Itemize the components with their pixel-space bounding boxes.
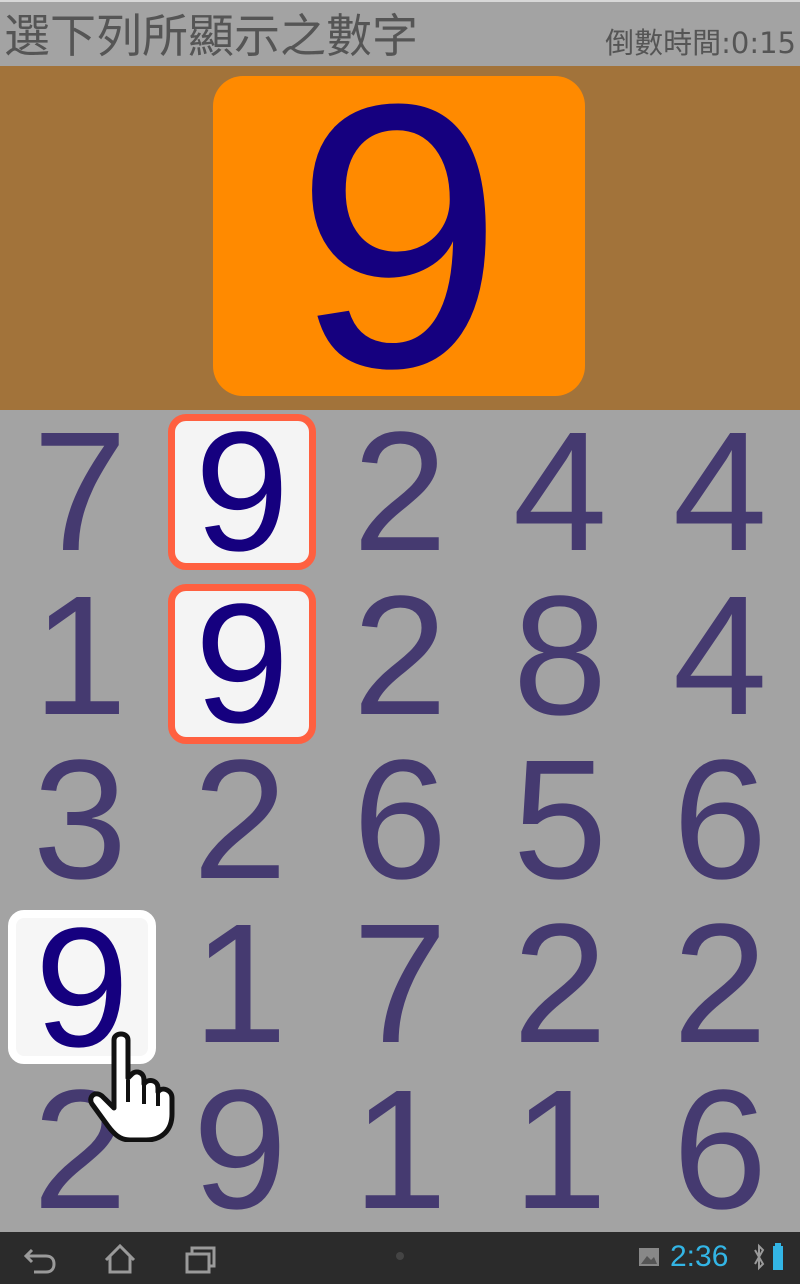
grid-cell[interactable]: 6	[320, 735, 480, 905]
countdown-timer: 倒數時間:0:15	[605, 26, 796, 60]
target-number-card: 9	[213, 26, 585, 446]
grid-cell-selected[interactable]: 9	[168, 579, 316, 749]
battery-icon	[773, 1243, 783, 1270]
grid-cell[interactable]: 1	[320, 1065, 480, 1235]
bluetooth-icon	[754, 1243, 765, 1271]
grid-cell[interactable]: 1	[160, 899, 320, 1069]
recent-apps-icon[interactable]	[184, 1232, 220, 1284]
home-icon[interactable]	[102, 1232, 138, 1284]
target-digit: 9	[294, 26, 504, 446]
grid-cell[interactable]: 6	[640, 1065, 800, 1235]
grid-cell[interactable]: 2	[640, 899, 800, 1069]
hand-cursor-icon	[88, 1031, 175, 1142]
grid-cell[interactable]: 1	[480, 1065, 640, 1235]
grid-cell[interactable]: 4	[480, 407, 640, 577]
grid-cell[interactable]: 7	[320, 899, 480, 1069]
grid-cell[interactable]: 4	[640, 571, 800, 741]
grid-cell[interactable]: 3	[0, 735, 160, 905]
grid-cell[interactable]: 8	[480, 571, 640, 741]
grid-cell[interactable]: 5	[480, 735, 640, 905]
grid-cell[interactable]: 4	[640, 407, 800, 577]
top-border	[0, 0, 800, 2]
grid-cell[interactable]: 9	[160, 1065, 320, 1235]
grid-cell[interactable]: 2	[320, 571, 480, 741]
grid-cell[interactable]: 6	[640, 735, 800, 905]
grid-cell[interactable]: 1	[0, 571, 160, 741]
grid-cell-selected[interactable]: 9	[168, 407, 316, 577]
nav-dot-icon	[396, 1252, 404, 1260]
gallery-icon	[639, 1248, 659, 1266]
grid-cell[interactable]: 2	[160, 735, 320, 905]
back-icon[interactable]	[22, 1232, 58, 1284]
grid-cell[interactable]: 2	[480, 899, 640, 1069]
status-clock: 2:36	[670, 1240, 729, 1273]
grid-cell[interactable]: 7	[0, 407, 160, 577]
grid-cell[interactable]: 2	[320, 407, 480, 577]
